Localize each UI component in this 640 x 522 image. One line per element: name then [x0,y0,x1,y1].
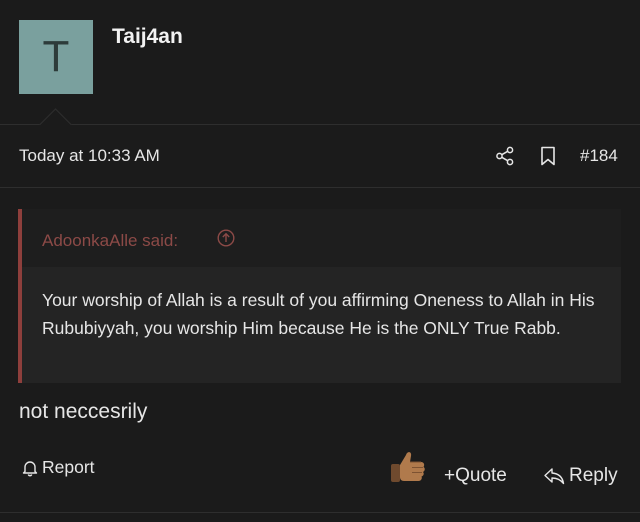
post-message: not neccesrily [19,400,148,423]
quote-header: AdoonkaAlle said: [22,209,621,267]
quote-label: Quote [455,465,507,486]
reply-arrow-icon [544,468,565,485]
divider [0,187,640,188]
reply-label: Reply [569,465,618,486]
arrow-up-circle-icon[interactable] [217,229,235,247]
report-button[interactable]: Report [21,457,95,478]
bell-icon [22,460,38,476]
divider [0,512,640,513]
post-header: T Taij4an [0,0,640,124]
avatar[interactable]: T [19,20,93,94]
reply-button[interactable]: Reply [543,465,618,487]
bookmark-icon[interactable] [539,146,557,166]
post-timestamp[interactable]: Today at 10:33 AM [19,146,160,166]
quote-block: AdoonkaAlle said: Your worship of Allah … [18,209,621,383]
report-label: Report [42,457,95,477]
post-meta: Today at 10:33 AM #184 [0,125,640,187]
username[interactable]: Taij4an [112,25,183,49]
post-number-link[interactable]: #184 [580,146,618,166]
quote-author[interactable]: AdoonkaAlle said: [42,231,178,251]
quote-body: Your worship of Allah is a result of you… [42,290,595,338]
plus-icon: + [444,465,456,486]
quote-button[interactable]: +Quote [444,465,507,487]
share-icon[interactable] [495,146,515,166]
thumbs-up-reaction-icon[interactable] [388,446,428,486]
